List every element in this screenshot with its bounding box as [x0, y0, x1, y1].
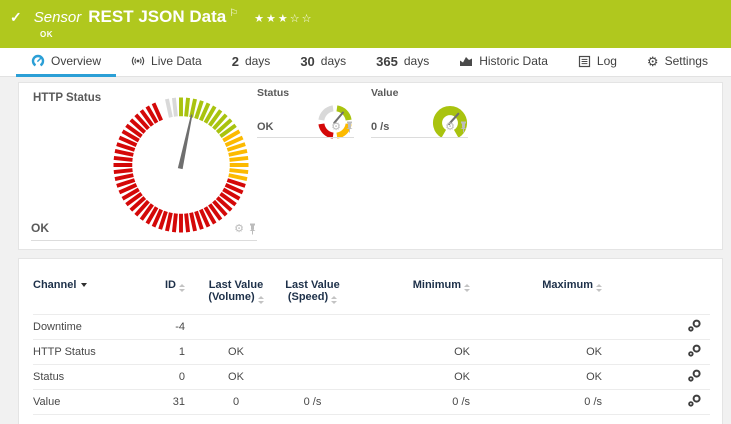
tab-365-days[interactable]: 365 days	[361, 48, 444, 77]
sort-arrows-icon	[596, 284, 602, 292]
last-value-speed-cell	[275, 363, 350, 389]
maximum-cell: 0 /s	[482, 388, 614, 415]
sensor-status-badge: OK	[40, 30, 53, 39]
last-value-volume-cell: OK	[197, 363, 275, 389]
tab-overview[interactable]: Overview	[16, 48, 117, 77]
gear-icon: ⚙	[646, 53, 659, 69]
column-header-maximum[interactable]: Maximum	[482, 273, 614, 314]
minimum-cell: OK	[350, 363, 482, 389]
status-check-icon: ✓	[10, 9, 22, 25]
http-status-gauge	[113, 97, 249, 233]
column-header-channel[interactable]: Channel	[33, 273, 149, 314]
maximum-cell: OK	[482, 363, 614, 389]
status-tile-title: Status	[257, 87, 290, 99]
sort-arrows-icon	[179, 284, 185, 292]
table-row: Downtime -4	[33, 313, 710, 339]
tab-historic-data[interactable]: Historic Data	[444, 48, 563, 77]
column-header-last-value-volume[interactable]: Last Value (Volume)	[197, 273, 275, 314]
maximum-cell: OK	[482, 338, 614, 364]
value-tile-footer: 0 /s ⚙	[371, 121, 468, 138]
area-chart-icon	[460, 57, 473, 66]
main-gauge-title: HTTP Status	[33, 92, 102, 104]
sort-caret-icon	[81, 283, 88, 287]
table-row: Value 31 0 0 /s 0 /s 0 /s	[33, 388, 710, 415]
table-row: Status 0 OK OK OK	[33, 363, 710, 389]
pin-icon[interactable]	[345, 121, 354, 133]
flag-icon[interactable]: ⚐	[229, 8, 238, 19]
sort-arrows-icon	[257, 296, 264, 304]
last-value-volume-cell	[197, 313, 275, 339]
channel-name-cell: Downtime	[33, 313, 149, 339]
status-gauge-tile: Status OK ⚙	[257, 87, 354, 145]
tab-30-days[interactable]: 30 days	[285, 48, 361, 77]
minimum-cell	[350, 313, 482, 339]
last-value-volume-cell: OK	[197, 338, 275, 364]
channel-id-cell: 0	[149, 363, 197, 389]
column-header-minimum[interactable]: Minimum	[350, 273, 482, 314]
gauge-icon	[31, 54, 45, 67]
column-header-id[interactable]: ID	[149, 273, 197, 314]
last-value-speed-cell: 0 /s	[275, 388, 350, 415]
tab-bar: Overview Live Data 2 days 30 days 365 da…	[0, 48, 731, 77]
tab-live-data[interactable]: Live Data	[116, 48, 217, 77]
channel-settings-icon[interactable]	[687, 318, 702, 333]
maximum-cell	[482, 313, 614, 339]
object-type-label: Sensor	[33, 9, 82, 26]
main-gauge-footer: OK ⚙	[31, 221, 257, 241]
minimum-cell: OK	[350, 338, 482, 364]
gauge-settings-gear-icon[interactable]: ⚙	[445, 121, 455, 133]
minimum-cell: 0 /s	[350, 388, 482, 415]
status-tile-footer: OK ⚙	[257, 121, 354, 138]
table-row: HTTP Status 1 OK OK OK	[33, 338, 710, 364]
gauge-needle	[177, 114, 193, 170]
channels-table: Channel ID Last Value (Volume) Last Valu…	[33, 273, 710, 415]
priority-stars[interactable]: ★★★☆☆	[254, 12, 313, 25]
tab-2-days[interactable]: 2 days	[217, 48, 286, 77]
column-header-last-value-speed[interactable]: Last Value (Speed)	[275, 273, 350, 314]
value-gauge-tile: Value 0 /s ⚙	[371, 87, 468, 145]
value-tile-value: 0 /s	[371, 121, 390, 133]
pin-icon[interactable]	[248, 223, 257, 235]
tab-settings[interactable]: ⚙ Settings	[632, 48, 723, 77]
gauge-settings-gear-icon[interactable]: ⚙	[331, 121, 341, 133]
channel-settings-icon[interactable]	[687, 343, 702, 358]
tab-log[interactable]: Log	[563, 48, 632, 77]
value-tile-title: Value	[371, 87, 399, 99]
sort-arrows-icon	[331, 296, 338, 304]
channel-settings-icon[interactable]	[687, 393, 702, 408]
channel-id-cell: 31	[149, 388, 197, 415]
channel-name-cell: HTTP Status	[33, 338, 149, 364]
main-gauge-value: OK	[31, 221, 49, 235]
table-header-row: Channel ID Last Value (Volume) Last Valu…	[33, 273, 710, 314]
sort-arrows-icon	[464, 284, 470, 292]
last-value-volume-cell: 0	[197, 388, 275, 415]
channel-name-cell: Value	[33, 388, 149, 415]
pin-icon[interactable]	[459, 121, 468, 133]
broadcast-icon	[131, 56, 145, 66]
overview-content: HTTP Status OK ⚙ Status OK ⚙ Value 0 /s …	[0, 77, 731, 424]
channel-settings-icon[interactable]	[687, 368, 702, 383]
gauge-settings-gear-icon[interactable]: ⚙	[234, 223, 244, 235]
gauges-panel: HTTP Status OK ⚙ Status OK ⚙ Value 0 /s …	[18, 82, 723, 250]
log-icon	[578, 55, 590, 67]
channels-panel: Channel ID Last Value (Volume) Last Valu…	[18, 258, 723, 424]
sensor-header: ✓ Sensor REST JSON Data ⚐ ★★★☆☆ OK	[0, 0, 731, 48]
channel-name-cell: Status	[33, 363, 149, 389]
channel-id-cell: 1	[149, 338, 197, 364]
channel-id-cell: -4	[149, 313, 197, 339]
sensor-title: REST JSON Data	[88, 7, 227, 26]
status-tile-value: OK	[257, 121, 274, 133]
last-value-speed-cell	[275, 313, 350, 339]
last-value-speed-cell	[275, 338, 350, 364]
